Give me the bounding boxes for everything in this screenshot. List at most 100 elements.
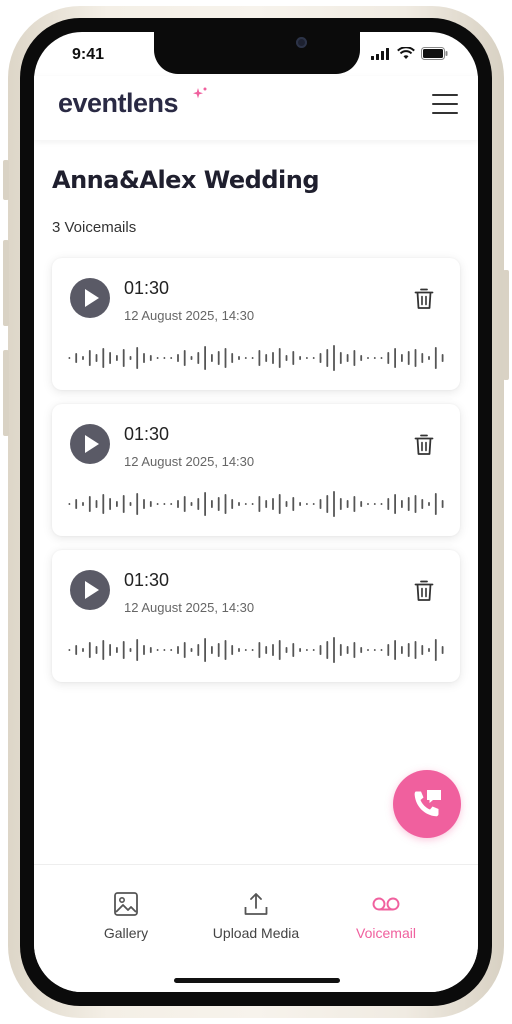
waveform-bar (75, 645, 78, 655)
waveform-bar (251, 649, 254, 651)
waveform-bar (136, 347, 139, 369)
waveform-bar (441, 354, 444, 362)
waveform-bar (428, 356, 430, 360)
waveform-bar (258, 496, 261, 512)
waveform-bar (367, 649, 369, 651)
upload-icon (244, 893, 268, 915)
waveform-bar (95, 646, 98, 654)
waveform-bar (265, 646, 268, 654)
eventlens-logo: eventlens (58, 88, 179, 118)
waveform-bar (82, 502, 84, 506)
waveform-bar (326, 349, 329, 367)
waveform-bar (149, 355, 152, 361)
waveform-bar (367, 503, 369, 505)
nav-item-voicemail[interactable]: Voicemail (326, 891, 446, 941)
voicemail-card: 01:30 12 August 2025, 14:30 (52, 550, 460, 682)
status-icons (371, 47, 448, 60)
waveform-bar (387, 644, 390, 656)
voicemail-date: 12 August 2025, 14:30 (124, 308, 255, 323)
voicemail-card: 01:30 12 August 2025, 14:30 (52, 258, 460, 390)
play-button[interactable] (70, 424, 110, 464)
nav-label-voicemail: Voicemail (356, 925, 416, 941)
waveform-bar (387, 352, 390, 364)
waveform-bar (414, 495, 417, 513)
waveform-bar (353, 642, 356, 658)
leave-voicemail-button[interactable] (393, 770, 461, 838)
waveform-bar (102, 640, 105, 660)
waveform-bar (339, 498, 342, 510)
waveform-bar (434, 347, 437, 369)
waveform-bar (333, 637, 335, 663)
waveform-bar (333, 345, 335, 371)
waveform-bar (441, 646, 444, 654)
waveform-bar (428, 648, 430, 652)
waveform-bar (394, 640, 396, 660)
waveform-bar (285, 647, 288, 653)
waveform-bar (373, 357, 376, 359)
waveform-bar (333, 491, 335, 517)
waveform-bar (75, 499, 78, 509)
waveform-bar (387, 498, 390, 510)
hamburger-menu-icon[interactable] (432, 94, 458, 116)
waveform-bar (211, 354, 213, 362)
waveform-bar (109, 498, 111, 510)
trash-icon[interactable] (414, 580, 434, 602)
nav-item-gallery[interactable]: Gallery (66, 891, 186, 941)
waveform-bar (156, 503, 159, 505)
waveform-bar (251, 357, 254, 359)
waveform-bar (326, 641, 329, 659)
waveform-bar (285, 501, 288, 507)
waveform-bar (312, 503, 315, 505)
waveform-bar (401, 646, 403, 654)
phone-message-icon (414, 790, 441, 817)
waveform-bar (149, 501, 152, 507)
side-button (3, 350, 9, 436)
waveform-bar (421, 499, 424, 509)
voicemail-page: Anna&Alex Wedding 3 Voicemails 01:30 12 … (34, 140, 478, 860)
waveform-bar (136, 493, 139, 515)
waveform-bar (339, 352, 342, 364)
waveform-bar (380, 649, 383, 651)
event-title: Anna&Alex Wedding (52, 166, 320, 194)
side-button (3, 160, 9, 200)
waveform-bar (231, 499, 234, 509)
waveform-bar (183, 350, 186, 366)
play-button[interactable] (70, 278, 110, 318)
waveform-bar (82, 648, 84, 652)
waveform-bar (353, 496, 356, 512)
waveform-bar (407, 497, 410, 511)
bottom-nav: Gallery Upload Media Voicemail (34, 864, 478, 992)
waveform-bar (428, 502, 430, 506)
waveform-bar (156, 357, 159, 359)
play-button[interactable] (70, 570, 110, 610)
waveform-bar (306, 649, 308, 651)
waveform-bar (197, 352, 200, 364)
waveform-bar (319, 645, 322, 655)
waveform-bar (177, 354, 179, 362)
waveform-bar (129, 356, 132, 360)
waveform-bar (272, 352, 274, 364)
waveform-bar (183, 642, 186, 658)
waveform-bar (224, 640, 227, 660)
waveform-bar (156, 649, 159, 651)
waveform-bar (224, 348, 227, 368)
trash-icon[interactable] (414, 288, 434, 310)
waveform-bar (204, 346, 206, 370)
waveform-bar (292, 351, 295, 365)
voicemail-card: 01:30 12 August 2025, 14:30 (52, 404, 460, 536)
waveform-bar (326, 495, 329, 513)
waveform-bar (414, 641, 417, 659)
waveform-bar (143, 645, 145, 655)
waveform-bar (434, 493, 437, 515)
trash-icon[interactable] (414, 434, 434, 456)
waveform-bar (88, 496, 91, 512)
waveform-bar (122, 641, 125, 659)
waveform-bar (319, 499, 322, 509)
sparkle-icon (193, 87, 207, 99)
waveform-bar (143, 499, 145, 509)
waveform-bar (292, 497, 295, 511)
waveform-bar (149, 647, 152, 653)
nav-item-upload-media[interactable]: Upload Media (196, 891, 316, 941)
waveform-bar (88, 350, 91, 366)
waveform-bar (116, 501, 118, 507)
